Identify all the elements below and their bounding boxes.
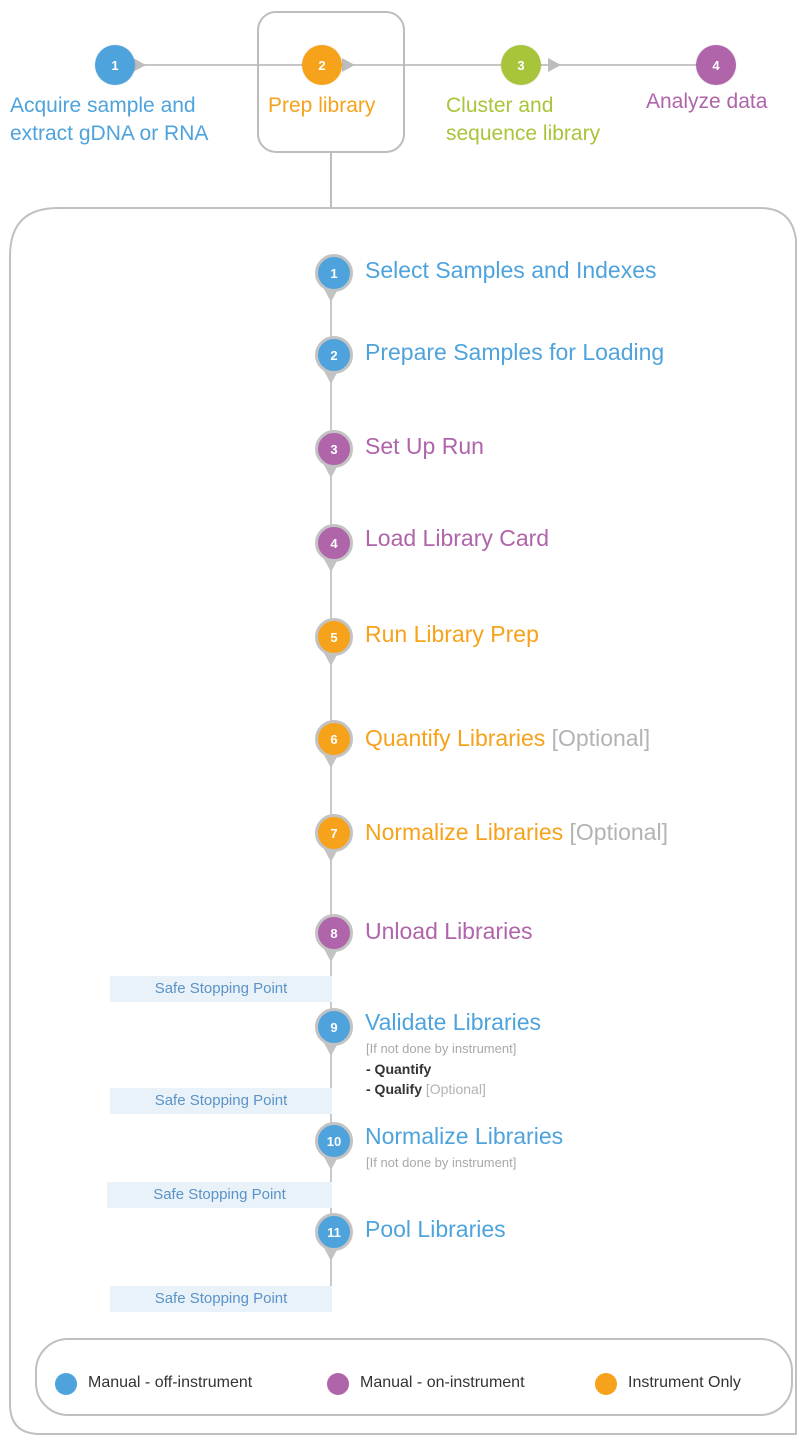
top-step-1-line1: Acquire sample and — [10, 94, 196, 117]
step-9-note: [If not done by instrument] — [366, 1041, 517, 1056]
top-step-2-node: 2 — [302, 45, 342, 85]
step-10-note: [If not done by instrument] — [366, 1155, 517, 1170]
step-3-node: 3 — [315, 430, 353, 468]
step-4-label: Load Library Card — [365, 524, 549, 552]
top-step-1-node: 1 — [95, 45, 135, 85]
step-11-label: Pool Libraries — [365, 1215, 506, 1243]
safe-stopping-point-4: Safe Stopping Point — [110, 1286, 332, 1312]
step-7-optional: [Optional] — [569, 819, 668, 845]
step-10-label: Normalize Libraries — [365, 1122, 563, 1150]
step-5-title: Run Library Prep — [365, 621, 539, 647]
step-9-label: Validate Libraries — [365, 1008, 541, 1036]
step-6-node: 6 — [315, 720, 353, 758]
legend-dot-manual-on — [327, 1373, 349, 1395]
step-10-title: Normalize Libraries — [365, 1123, 564, 1149]
step-8-label: Unload Libraries — [365, 917, 532, 945]
step-5-label: Run Library Prep — [365, 620, 539, 648]
step-1-title: Select Samples and Indexes — [365, 257, 657, 283]
step-4-title: Load Library Card — [365, 525, 550, 551]
legend-label-instrument: Instrument Only — [628, 1374, 741, 1391]
step-7-label: Normalize Libraries [Optional] — [365, 818, 668, 846]
step-5-node: 5 — [315, 618, 353, 656]
top-step-4-label: Analyze data — [646, 88, 767, 116]
top-step-4-line1: Analyze data — [646, 90, 768, 113]
step-10-node: 10 — [315, 1122, 353, 1160]
top-step-2-label: Prep library — [268, 92, 375, 120]
legend-label-manual-off: Manual - off-instrument — [88, 1374, 253, 1391]
top-step-1-line2: extract gDNA or RNA — [10, 122, 209, 145]
safe-stopping-point-3: Safe Stopping Point — [107, 1182, 332, 1208]
top-step-1-label: Acquire sample and extract gDNA or RNA — [10, 92, 208, 148]
top-step-3-node: 3 — [501, 45, 541, 85]
legend-dot-manual-off — [55, 1373, 77, 1395]
step-9-title: Validate Libraries — [365, 1009, 542, 1035]
safe-stopping-point-2: Safe Stopping Point — [110, 1088, 332, 1114]
legend-label-manual-on: Manual - on-instrument — [360, 1374, 525, 1391]
step-1-label: Select Samples and Indexes — [365, 256, 657, 284]
top-step-3-line1: Cluster and — [446, 94, 554, 117]
top-step-2-line1: Prep library — [268, 94, 376, 117]
step-3-title: Set Up Run — [365, 433, 484, 459]
step-6-label: Quantify Libraries [Optional] — [365, 724, 650, 752]
step-1-node: 1 — [315, 254, 353, 292]
step-2-label: Prepare Samples for Loading — [365, 338, 664, 366]
step-6-optional: [Optional] — [551, 725, 651, 751]
step-11-node: 11 — [315, 1213, 353, 1251]
step-9-qualify: - Qualify [Optional] — [366, 1081, 486, 1097]
top-step-3-line2: sequence library — [446, 122, 601, 145]
step-3-label: Set Up Run — [365, 432, 484, 460]
step-7-title: Normalize Libraries — [365, 819, 564, 845]
step-7-node: 7 — [315, 814, 353, 852]
step-9-qualify-text: - Qualify — [366, 1081, 423, 1097]
step-9-quantify: - Quantify — [366, 1061, 432, 1077]
top-step-4-node: 4 — [696, 45, 736, 85]
step-4-node: 4 — [315, 524, 353, 562]
legend-dot-instrument — [595, 1373, 617, 1395]
step-8-node: 8 — [315, 914, 353, 952]
step-2-node: 2 — [315, 336, 353, 374]
step-8-title: Unload Libraries — [365, 918, 533, 944]
top-step-3-label: Cluster and sequence library — [446, 92, 600, 148]
step-11-title: Pool Libraries — [365, 1216, 506, 1242]
step-9-qualify-optional: [Optional] — [425, 1081, 486, 1097]
step-9-node: 9 — [315, 1008, 353, 1046]
step-2-title: Prepare Samples for Loading — [365, 339, 665, 365]
step-6-title: Quantify Libraries — [365, 725, 546, 751]
safe-stopping-point-1: Safe Stopping Point — [110, 976, 332, 1002]
